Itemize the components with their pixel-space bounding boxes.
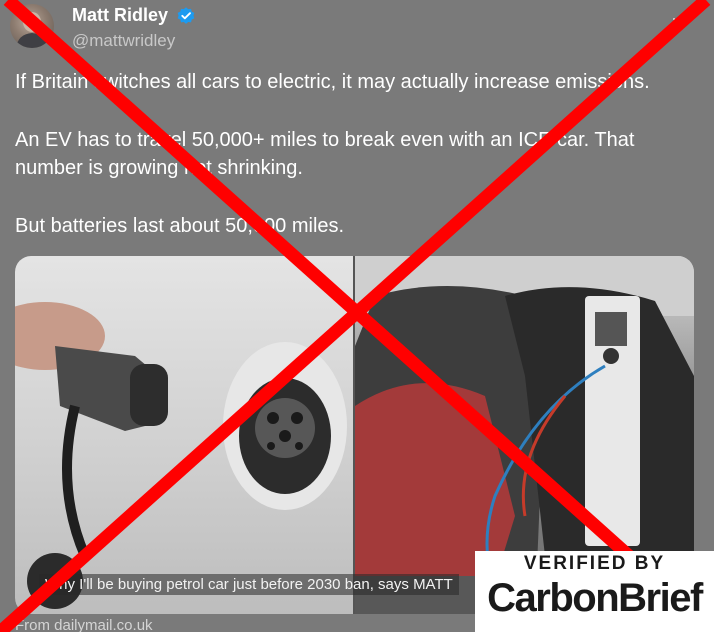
tweet-paragraph-1: If Britain switches all cars to electric… [15,71,650,93]
avatar-photo [16,12,48,48]
tweet-paragraph-2: An EV has to travel 50,000+ miles to bre… [15,129,635,179]
author-handle[interactable]: @mattwridley [72,31,175,51]
tweet-paragraph-3: But batteries last about 50,000 miles. [15,215,345,237]
author-avatar[interactable] [10,4,54,48]
source-link[interactable]: From dailymail.co.uk [15,617,153,632]
tweet-card: Matt Ridley @mattwridley ··· If Britain … [0,0,714,632]
more-options-icon[interactable]: ··· [671,8,692,29]
stamp-verified-label: VERIFIED BY [523,553,666,574]
author-name[interactable]: Matt Ridley [72,5,168,26]
carbonbrief-logo: CarbonBrief [487,576,703,620]
charging-plug-photo [15,256,353,614]
media-caption: Why I'll be buying petrol car just befor… [39,574,459,595]
verified-by-carbonbrief-stamp: VERIFIED BY CarbonBrief [475,551,714,632]
verified-badge-icon [177,7,195,24]
